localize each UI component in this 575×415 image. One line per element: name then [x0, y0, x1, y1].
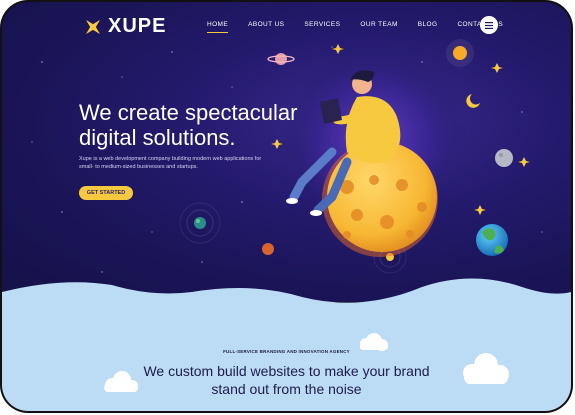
nav-item-our-team[interactable]: OUR TEAM [360, 21, 397, 33]
browser-frame: XUPE HOME ABOUT US SERVICES OUR TEAM BLO… [2, 2, 571, 411]
get-started-button[interactable]: GET STARTED [79, 186, 133, 200]
section-headline-line-1: We custom build websites to make your br… [143, 363, 430, 379]
brand-logo[interactable]: XUPE [82, 15, 166, 38]
hero-description: Xupe is a web development company buildi… [79, 156, 262, 170]
hamburger-icon [485, 21, 493, 29]
agency-tagline: FULL-SERVICE BRANDING AND INNOVATION AGE… [223, 349, 350, 354]
nav-item-services[interactable]: SERVICES [304, 21, 340, 33]
section-headline: We custom build websites to make your br… [2, 362, 571, 398]
hero-title-line-1: We create spectacular [79, 100, 298, 125]
section-headline-line-2: stand out from the noise [211, 381, 362, 397]
hero-title-line-2: digital solutions. [79, 125, 236, 150]
brand-name: XUPE [108, 15, 167, 37]
hero-title: We create spectacular digital solutions. [79, 100, 339, 150]
xupe-star-icon [85, 19, 101, 34]
main-nav: HOME ABOUT US SERVICES OUR TEAM BLOG CON… [207, 21, 523, 33]
nav-item-about-us[interactable]: ABOUT US [248, 21, 284, 33]
nav-item-blog[interactable]: BLOG [418, 21, 438, 33]
menu-button[interactable] [480, 16, 498, 34]
nav-item-home[interactable]: HOME [207, 21, 229, 33]
